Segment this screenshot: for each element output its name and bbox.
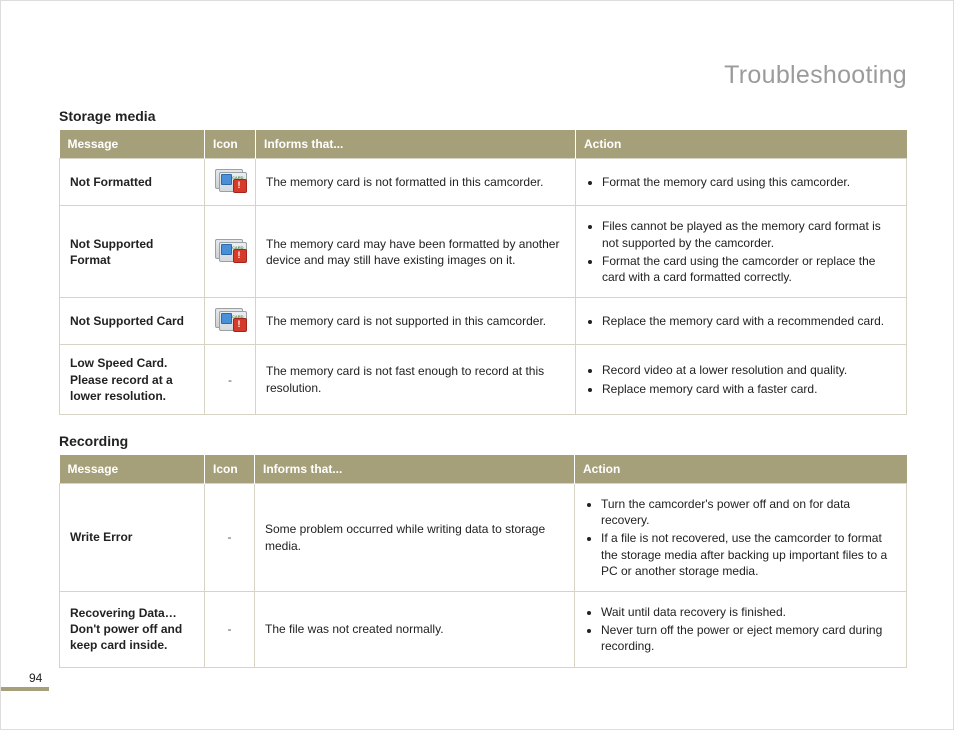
message-cell: Write Error [60, 484, 205, 592]
informs-cell: The memory card is not supported in this… [256, 298, 576, 345]
icon-cell: CARD [205, 206, 256, 298]
message-cell: Low Speed Card. Please record at a lower… [60, 345, 205, 415]
troubleshooting-table: MessageIconInforms that...ActionNot Form… [59, 130, 907, 415]
informs-cell: Some problem occurred while writing data… [255, 484, 575, 592]
column-header-icon: Icon [205, 130, 256, 159]
page-number: 94 [29, 671, 42, 685]
troubleshooting-table: MessageIconInforms that...ActionWrite Er… [59, 455, 907, 668]
column-header-action: Action [576, 130, 907, 159]
icon-cell: CARD [205, 298, 256, 345]
action-list: Files cannot be played as the memory car… [586, 218, 896, 285]
action-item: Format the card using the camcorder or r… [602, 253, 896, 285]
no-icon-dash: - [228, 373, 232, 387]
action-list: Replace the memory card with a recommend… [586, 313, 896, 329]
action-item: Never turn off the power or eject memory… [601, 622, 896, 654]
no-icon-dash: - [228, 622, 232, 636]
action-cell: Record video at a lower resolution and q… [576, 345, 907, 415]
section-title: Recording [59, 433, 907, 449]
message-cell: Not Formatted [60, 159, 205, 206]
icon-cell: CARD [205, 159, 256, 206]
table-row: Not Formatted CARD The memory card is not … [60, 159, 907, 206]
action-item: Replace the memory card with a recommend… [602, 313, 896, 329]
footer-accent-bar [1, 687, 49, 691]
action-cell: Replace the memory card with a recommend… [576, 298, 907, 345]
no-icon-dash: - [228, 530, 232, 544]
action-item: Wait until data recovery is finished. [601, 604, 896, 620]
action-list: Wait until data recovery is finished. Nev… [585, 604, 896, 655]
message-cell: Recovering Data… Don't power off and kee… [60, 592, 205, 668]
action-cell: Wait until data recovery is finished. Nev… [575, 592, 907, 668]
table-row: Low Speed Card. Please record at a lower… [60, 345, 907, 415]
informs-cell: The file was not created normally. [255, 592, 575, 668]
icon-cell: - [205, 345, 256, 415]
table-row: Write Error - Some problem occurred while … [60, 484, 907, 592]
action-list: Record video at a lower resolution and q… [586, 362, 896, 396]
action-item: Replace memory card with a faster card. [602, 381, 896, 397]
action-item: If a file is not recovered, use the camc… [601, 530, 896, 579]
section-title: Storage media [59, 108, 907, 124]
column-header-message: Message [60, 455, 205, 484]
message-cell: Not Supported Format [60, 206, 205, 298]
column-header-message: Message [60, 130, 205, 159]
action-cell: Format the memory card using this camcor… [576, 159, 907, 206]
action-item: Turn the camcorder's power off and on fo… [601, 496, 896, 528]
column-header-informs: Informs that... [256, 130, 576, 159]
informs-cell: The memory card is not fast enough to re… [256, 345, 576, 415]
page-container: Troubleshooting Storage mediaMessageIcon… [0, 0, 954, 730]
informs-cell: The memory card may have been formatted … [256, 206, 576, 298]
table-row: Recovering Data… Don't power off and kee… [60, 592, 907, 668]
page-title: Troubleshooting [59, 61, 907, 90]
action-item: Format the memory card using this camcor… [602, 174, 896, 190]
icon-cell: - [205, 484, 255, 592]
table-row: Not Supported Card CARD The memory card is… [60, 298, 907, 345]
column-header-icon: Icon [205, 455, 255, 484]
icon-cell: - [205, 592, 255, 668]
action-item: Files cannot be played as the memory car… [602, 218, 896, 250]
content-area: Storage mediaMessageIconInforms that...A… [59, 108, 907, 668]
action-item: Record video at a lower resolution and q… [602, 362, 896, 378]
action-list: Format the memory card using this camcor… [586, 174, 896, 190]
table-row: Not Supported Format CARD The memory card … [60, 206, 907, 298]
action-cell: Turn the camcorder's power off and on fo… [575, 484, 907, 592]
informs-cell: The memory card is not formatted in this… [256, 159, 576, 206]
card-warning-icon: CARD [215, 169, 245, 191]
message-cell: Not Supported Card [60, 298, 205, 345]
card-warning-icon: CARD [215, 308, 245, 330]
column-header-action: Action [575, 455, 907, 484]
action-list: Turn the camcorder's power off and on fo… [585, 496, 896, 579]
card-warning-icon: CARD [215, 239, 245, 261]
action-cell: Files cannot be played as the memory car… [576, 206, 907, 298]
column-header-informs: Informs that... [255, 455, 575, 484]
